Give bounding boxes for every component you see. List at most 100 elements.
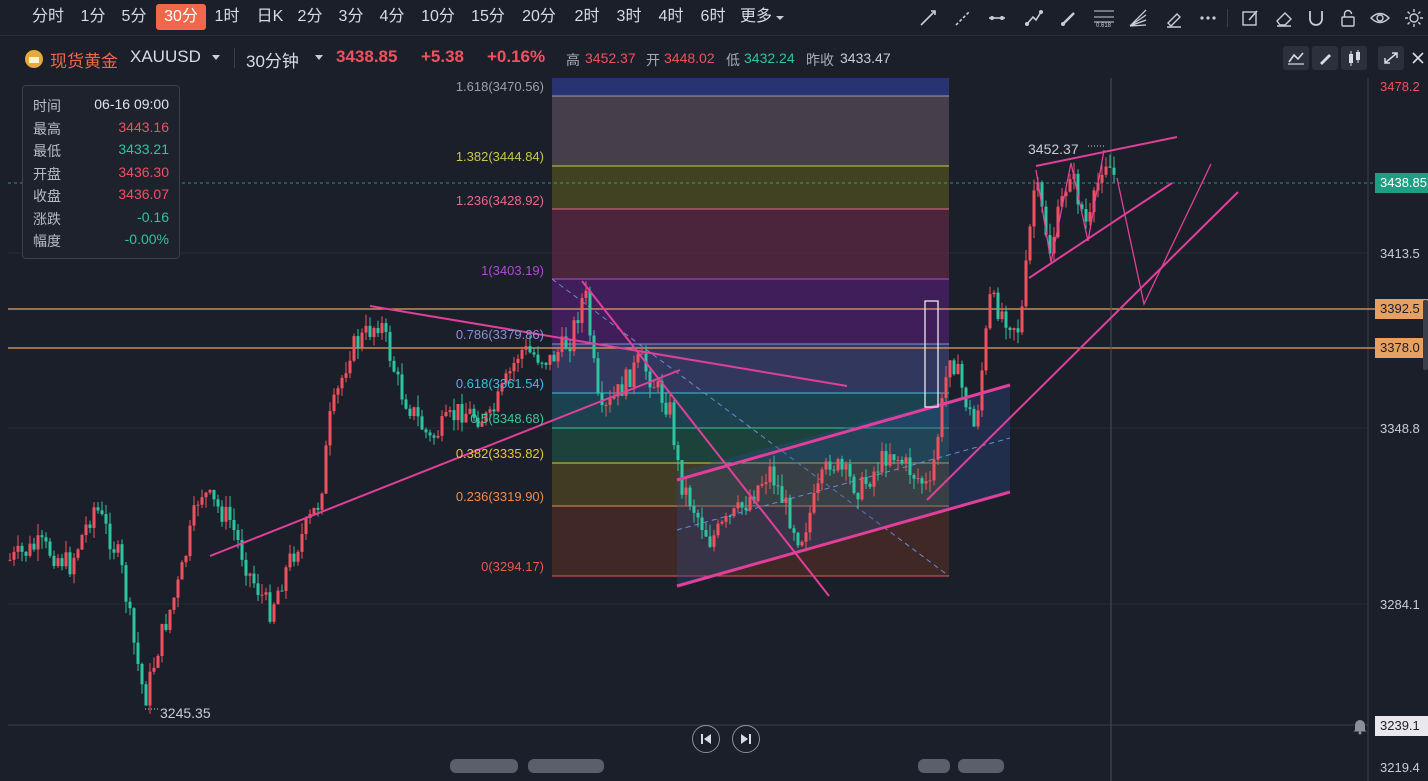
interval-dropdown-icon[interactable] (315, 55, 323, 61)
candle-body (788, 497, 792, 529)
close-icon[interactable] (1410, 50, 1426, 66)
expand-icon (1384, 52, 1398, 64)
axis-label-2: 3413.5 (1380, 246, 1420, 261)
candle-body (1104, 166, 1108, 175)
candle-body (168, 609, 172, 630)
candle-body (128, 601, 132, 609)
candle-body (844, 464, 848, 470)
candle-body (36, 535, 40, 550)
candle-body (28, 543, 32, 556)
candle-body (376, 328, 380, 334)
candle-body (988, 294, 992, 329)
candle-body (228, 506, 232, 520)
candle-body (236, 530, 240, 540)
fullscreen-button[interactable] (1378, 46, 1404, 70)
candle-body (528, 346, 532, 353)
candle-body (328, 411, 332, 446)
candle-body (332, 394, 336, 412)
candle-body (204, 492, 208, 498)
candle-body (796, 532, 800, 546)
candle-body (1100, 174, 1104, 183)
scroll-back-button[interactable] (692, 725, 720, 753)
candle-body (92, 507, 96, 528)
candle-body (348, 360, 352, 374)
candle-body (140, 663, 144, 685)
candle-body (884, 451, 888, 466)
candle-body (892, 454, 896, 461)
candle-body (688, 487, 692, 507)
fib-zone-top (552, 78, 949, 96)
candle-body (968, 407, 972, 409)
candle-body (840, 458, 844, 470)
candle-body (68, 552, 72, 575)
alert-bell-icon[interactable] (1351, 717, 1369, 735)
candle-body (1008, 327, 1012, 330)
candle-body (816, 483, 820, 493)
candle-body (372, 328, 376, 337)
candle-body (268, 592, 272, 622)
candle-body (304, 518, 308, 535)
interval-select[interactable]: 30分钟 (246, 47, 299, 72)
candle-body (900, 459, 904, 464)
candle-body (920, 478, 924, 484)
candle-body (356, 336, 360, 348)
candle-body (336, 388, 340, 395)
candle-body (708, 536, 712, 547)
symbol-code[interactable]: XAUUSD (130, 47, 201, 67)
open-label: 开 (646, 52, 660, 68)
candle-body (552, 354, 556, 362)
candle-body (696, 512, 700, 518)
prev-close-value: 3433.47 (840, 50, 891, 66)
candle-body (340, 377, 344, 389)
candle-body (728, 516, 732, 518)
draw-button[interactable] (1312, 46, 1338, 70)
candle-body (784, 497, 788, 503)
info-row-low: 最低 3433.21 (33, 141, 169, 159)
candle-body (424, 429, 428, 433)
candle-body (320, 493, 324, 510)
candle-body (364, 325, 368, 333)
candle-body (908, 457, 912, 476)
candle-body (16, 545, 20, 552)
candle-body (684, 487, 688, 495)
candle-body (1016, 328, 1020, 333)
candle-body (904, 457, 908, 464)
candle-body (88, 524, 92, 528)
candle-body (896, 459, 900, 461)
indicator-button[interactable] (1283, 46, 1309, 70)
fib-label-0618: 0.618(3361.54) (455, 376, 544, 391)
fib-zone-1 (552, 279, 949, 344)
candle-body (928, 480, 932, 482)
scroll-forward-button[interactable] (732, 725, 760, 753)
candle-body (520, 349, 524, 359)
fib-zone-1236 (552, 209, 949, 279)
candle-body (948, 360, 952, 378)
symbol-dropdown-icon[interactable] (212, 55, 220, 61)
fib-zone-1618 (552, 96, 949, 166)
candle-body (744, 507, 748, 511)
header-divider (234, 48, 235, 68)
candle-body (568, 348, 572, 352)
candle-body (860, 476, 864, 500)
candle-body (748, 496, 752, 511)
candle-body (64, 552, 68, 567)
low-label: 低 (726, 52, 740, 68)
candle-body (600, 392, 604, 406)
candle-body (792, 528, 796, 533)
candle-body (40, 535, 44, 538)
candle-body (20, 545, 24, 552)
axis-scrollbar[interactable] (1423, 300, 1428, 370)
fib-label-0236: 0.236(3319.90) (455, 489, 544, 504)
candle-body (576, 320, 580, 324)
price-chart[interactable] (0, 0, 1428, 781)
candle-body (664, 402, 668, 415)
symbol-name[interactable]: 现货黄金 (50, 47, 118, 72)
fib-label-0786: 0.786(3379.86) (455, 327, 544, 342)
chart-type-button[interactable] (1341, 46, 1367, 70)
candle-body (212, 489, 216, 500)
candle-body (876, 471, 880, 473)
candle-body (288, 553, 292, 568)
candle-body (44, 537, 48, 542)
candle-body (1024, 260, 1028, 307)
candle-body (224, 506, 228, 522)
